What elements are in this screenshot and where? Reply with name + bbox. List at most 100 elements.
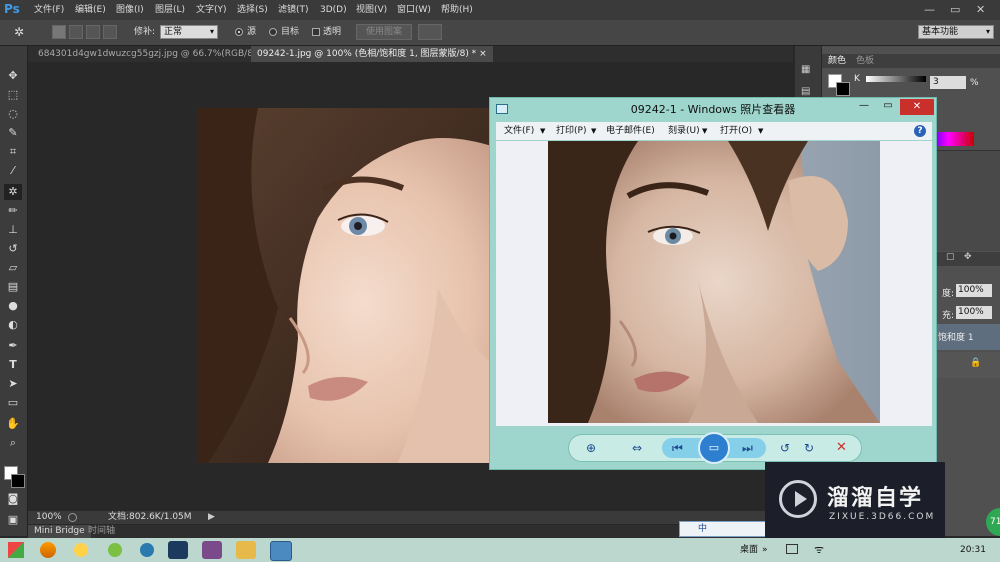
viewer-minimize-button[interactable]: — — [856, 100, 872, 116]
next-icon[interactable]: ⏭ — [742, 441, 753, 456]
quick-mask-icon[interactable]: ◙ — [4, 491, 22, 507]
ime-toolbar[interactable]: 中 — [679, 521, 767, 537]
tab-swatches[interactable]: 色板 — [856, 54, 874, 68]
wifi-icon[interactable]: ᯤ — [814, 538, 824, 562]
source-radio[interactable] — [235, 28, 243, 36]
target-radio[interactable] — [269, 28, 277, 36]
shape-tool-icon[interactable]: ▭ — [4, 395, 22, 411]
workspace-select[interactable]: 基本功能 ▾ — [918, 25, 994, 39]
chevron-right-icon[interactable]: » — [762, 538, 768, 562]
intersect-selection-icon[interactable] — [103, 25, 117, 39]
patch-mode-select[interactable]: 正常 ▾ — [160, 25, 218, 39]
delete-icon[interactable]: ✕ — [836, 440, 847, 455]
history-brush-icon[interactable]: ↺ — [4, 241, 22, 257]
tab-color[interactable]: 颜色 — [828, 54, 846, 68]
viewer-menu-open[interactable]: 打开(O) — [720, 122, 752, 140]
menu-type[interactable]: 文字(Y) — [196, 0, 227, 20]
k-slider[interactable] — [866, 76, 926, 82]
panel-background-swatch[interactable] — [836, 82, 850, 96]
use-pattern-button[interactable]: 使用图案 — [356, 24, 412, 40]
viewer-maximize-button[interactable]: ▭ — [880, 100, 896, 116]
eyedropper-tool-icon[interactable]: ⁄ — [4, 163, 22, 179]
menu-edit[interactable]: 编辑(E) — [75, 0, 106, 20]
layer-row-selected[interactable]: 饱和度 1 — [934, 324, 1000, 350]
tab-mini-bridge[interactable]: Mini Bridge — [28, 525, 91, 538]
history-panel-icon[interactable]: ▦ — [801, 64, 810, 75]
start-button-icon[interactable] — [8, 542, 24, 558]
zoom-level[interactable]: 100% — [36, 511, 62, 524]
properties-panel-icon[interactable]: ▤ — [801, 86, 810, 97]
menu-window[interactable]: 窗口(W) — [397, 0, 431, 20]
pattern-picker[interactable] — [418, 24, 442, 40]
photo-app-taskbar-icon[interactable] — [202, 541, 222, 559]
tray-display-icon[interactable] — [786, 544, 798, 554]
move-tool-icon[interactable]: ✥ — [4, 68, 22, 84]
path-select-icon[interactable]: ➤ — [4, 376, 22, 392]
rotate-left-icon[interactable]: ↺ — [780, 441, 790, 455]
add-selection-icon[interactable] — [69, 25, 83, 39]
viewer-menu-burn[interactable]: 刻录(U) — [668, 122, 700, 140]
marquee-tool-icon[interactable]: ⬚ — [4, 87, 22, 103]
transparent-checkbox[interactable] — [312, 28, 320, 36]
slideshow-button[interactable]: ▭ — [698, 432, 730, 464]
stamp-tool-icon[interactable]: ⊥ — [4, 222, 22, 238]
menu-filter[interactable]: 滤镜(T) — [278, 0, 309, 20]
subtract-selection-icon[interactable] — [86, 25, 100, 39]
patch-tool-selected-icon[interactable]: ✲ — [4, 184, 22, 200]
crop-tool-icon[interactable]: ⌗ — [4, 144, 22, 160]
rotate-right-icon[interactable]: ↻ — [804, 441, 814, 455]
viewer-close-button[interactable]: ✕ — [900, 99, 934, 115]
desktop-label[interactable]: 桌面 — [740, 538, 758, 562]
layer-row-background[interactable]: 🔒 — [934, 352, 1000, 378]
close-icon[interactable]: × — [479, 49, 487, 59]
previous-icon[interactable]: ⏮ — [672, 441, 683, 456]
lasso-tool-icon[interactable]: ◌ — [4, 106, 22, 122]
tab-document-2[interactable]: 09242-1.jpg @ 100% (色相/饱和度 1, 图层蒙版/8) * … — [251, 46, 493, 62]
close-button[interactable]: ✕ — [976, 0, 985, 20]
zoom-icon[interactable]: ⊕ — [586, 441, 596, 455]
opacity-field[interactable]: 100% — [956, 284, 992, 297]
restore-button[interactable]: ▭ — [950, 0, 960, 20]
screen-mode-icon[interactable]: ▣ — [4, 512, 22, 528]
tab-timeline[interactable]: 时间轴 — [88, 525, 115, 538]
background-color[interactable] — [11, 474, 25, 488]
fill-field[interactable]: 100% — [956, 306, 992, 319]
new-selection-icon[interactable] — [52, 25, 66, 39]
menu-3d[interactable]: 3D(D) — [320, 0, 347, 20]
zoom-tool-icon[interactable]: ⌕ — [4, 435, 22, 451]
quick-select-tool-icon[interactable]: ✎ — [4, 125, 22, 141]
status-arrow-icon[interactable]: ▶ — [208, 511, 215, 524]
menu-layer[interactable]: 图层(L) — [155, 0, 185, 20]
clock[interactable]: 20:31 — [960, 538, 986, 562]
blur-tool-icon[interactable]: ● — [4, 298, 22, 314]
menu-view[interactable]: 视图(V) — [356, 0, 387, 20]
eraser-tool-icon[interactable]: ▱ — [4, 260, 22, 276]
gradient-tool-icon[interactable]: ▤ — [4, 279, 22, 295]
type-tool-icon[interactable]: T — [4, 357, 22, 373]
viewer-menu-email[interactable]: 电子邮件(E) — [606, 122, 655, 140]
menu-help[interactable]: 帮助(H) — [441, 0, 473, 20]
menu-select[interactable]: 选择(S) — [237, 0, 268, 20]
status-info-icon[interactable] — [68, 513, 77, 522]
brush-tool-icon[interactable]: ✏ — [4, 203, 22, 219]
viewer-menu-file[interactable]: 文件(F) — [504, 122, 534, 140]
chrome-taskbar-icon[interactable] — [74, 543, 88, 557]
photo-viewer-taskbar-icon[interactable] — [270, 541, 292, 561]
pen-tool-icon[interactable]: ✒ — [4, 338, 22, 354]
lock-position-icon[interactable]: ▢ — [946, 252, 955, 262]
hand-tool-icon[interactable]: ✋ — [4, 416, 22, 432]
menu-image[interactable]: 图像(I) — [116, 0, 144, 20]
lock-move-icon[interactable]: ✥ — [964, 252, 972, 262]
minimize-button[interactable]: — — [924, 0, 935, 20]
k-value-field[interactable]: 3 — [930, 76, 966, 89]
ie-taskbar-icon[interactable] — [140, 543, 154, 557]
photoshop-taskbar-icon[interactable] — [168, 541, 188, 559]
dodge-tool-icon[interactable]: ◐ — [4, 317, 22, 333]
patch-tool-icon[interactable]: ✲ — [14, 24, 30, 40]
menu-file[interactable]: 文件(F) — [34, 0, 64, 20]
tab-document-1[interactable]: 684301d4gw1dwuzcg55gzj.jpg @ 66.7%(RGB/8… — [32, 46, 280, 62]
360-taskbar-icon[interactable] — [108, 543, 122, 557]
explorer-taskbar-icon[interactable] — [236, 541, 256, 559]
viewer-help-icon[interactable]: ? — [914, 125, 926, 137]
viewer-menu-print[interactable]: 打印(P) — [556, 122, 586, 140]
